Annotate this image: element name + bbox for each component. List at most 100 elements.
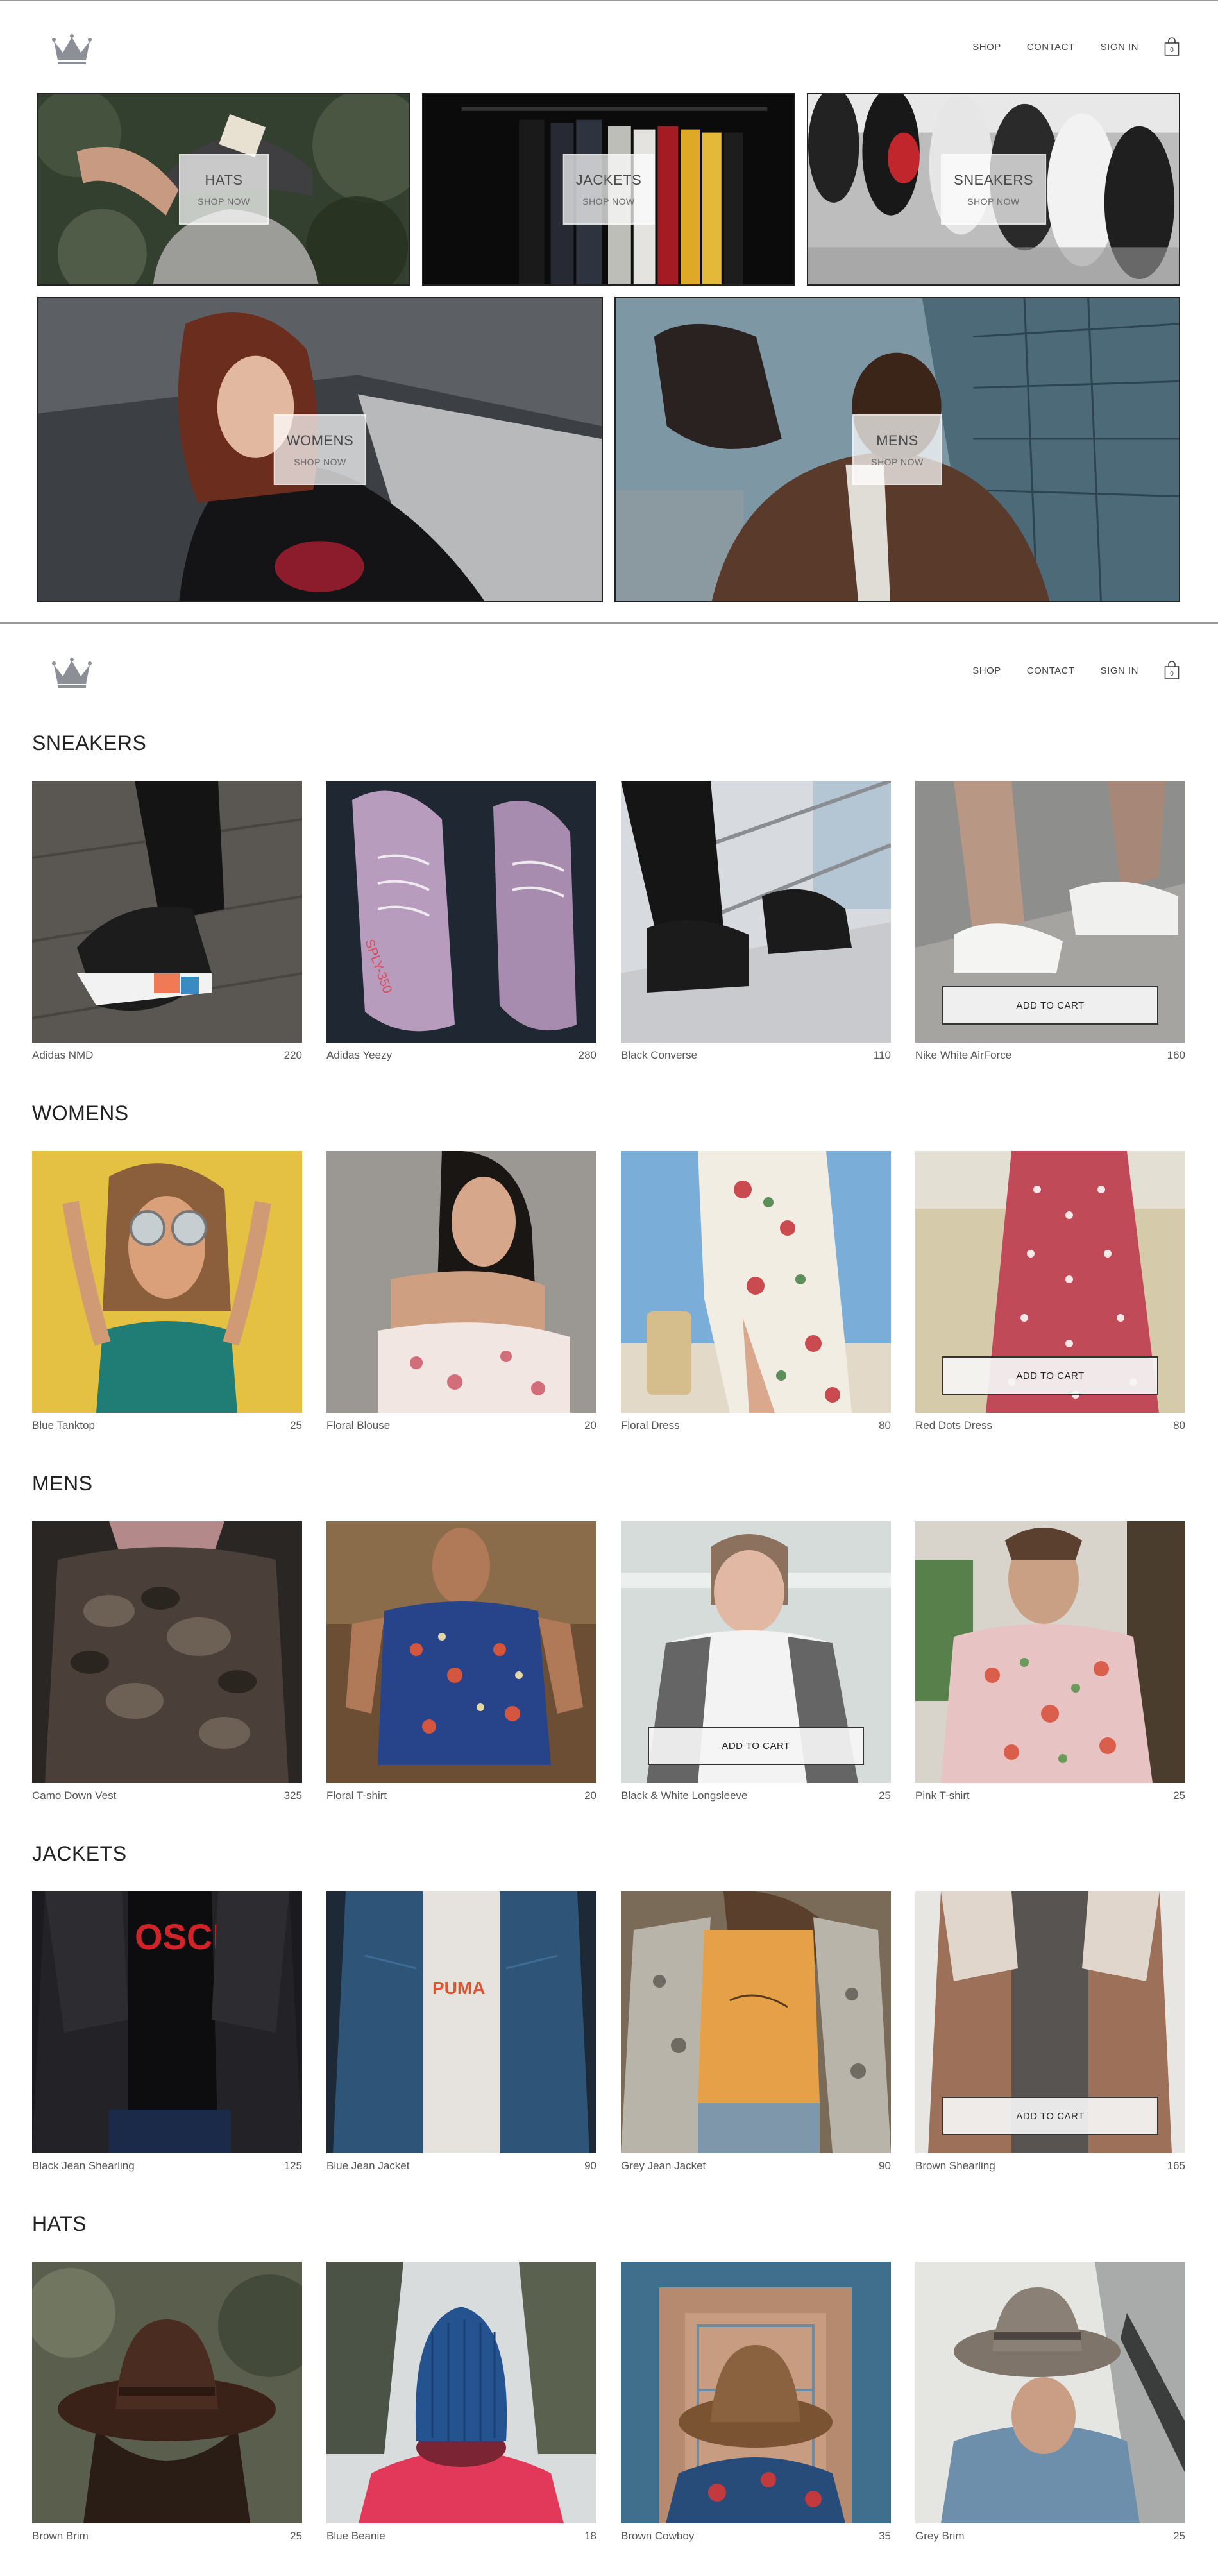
nav-contact[interactable]: CONTACT (1027, 665, 1075, 676)
product-price: 80 (879, 1419, 891, 1431)
product-price: 35 (879, 2530, 891, 2542)
tile-title: MENS (876, 432, 918, 448)
collection-title-jackets[interactable]: JACKETS (32, 1842, 127, 1866)
nav-contact[interactable]: CONTACT (1027, 42, 1075, 53)
directory-tile-hats[interactable]: HATS SHOP NOW (37, 93, 410, 286)
product-image[interactable] (32, 2262, 302, 2523)
nav-sign-in[interactable]: SIGN IN (1101, 665, 1138, 676)
nav-shop[interactable]: SHOP (972, 665, 1001, 676)
product-card: Grey Jean Jacket 90 (621, 1891, 891, 2174)
product-footer: Brown Shearling 165 (915, 2160, 1185, 2172)
product-footer: Blue Jean Jacket 90 (326, 2160, 596, 2172)
product-price: 25 (879, 1789, 891, 1802)
tile-subtitle: SHOP NOW (582, 196, 635, 207)
product-card: OSCH Black Jean Shearling 125 (32, 1891, 302, 2174)
collection-title-mens[interactable]: MENS (32, 1472, 92, 1496)
collection-title-sneakers[interactable]: SNEAKERS (32, 731, 146, 755)
product-price: 220 (283, 1049, 302, 1061)
add-to-cart-button[interactable]: ADD TO CART (942, 2097, 1158, 2135)
product-card: Pink T-shirt 25 (915, 1521, 1185, 1804)
product-image[interactable] (621, 1891, 891, 2153)
product-image[interactable] (32, 1521, 302, 1783)
directory-tile-mens[interactable]: MENS SHOP NOW (614, 297, 1180, 602)
collection-title-womens[interactable]: WOMENS (32, 1102, 129, 1125)
nav-sign-in[interactable]: SIGN IN (1101, 42, 1138, 53)
product-footer: Adidas Yeezy 280 (326, 1049, 596, 1062)
shopping-bag-icon[interactable]: 0 (1164, 661, 1180, 680)
product-card: Camo Down Vest 325 (32, 1521, 302, 1804)
product-image[interactable] (621, 2262, 891, 2523)
product-price: 90 (879, 2160, 891, 2172)
directory-tile-womens[interactable]: WOMENS SHOP NOW (37, 297, 603, 602)
product-card: ADD TO CART Brown Shearling 165 (915, 1891, 1185, 2174)
product-card: Brown Cowboy 35 (621, 2262, 891, 2544)
tile-label-mens[interactable]: MENS SHOP NOW (852, 414, 942, 485)
product-price: 20 (584, 1789, 596, 1802)
product-image[interactable] (915, 1521, 1185, 1783)
product-name: Camo Down Vest (32, 1789, 117, 1802)
product-name: Grey Jean Jacket (621, 2160, 706, 2172)
product-card: ADD TO CART Nike White AirForce 160 (915, 781, 1185, 1063)
product-image[interactable] (326, 1151, 596, 1413)
crown-logo-icon[interactable] (51, 33, 92, 65)
crown-logo-icon[interactable] (51, 657, 92, 689)
tile-title: HATS (205, 172, 243, 188)
product-name: Adidas Yeezy (326, 1049, 393, 1061)
product-name: Adidas NMD (32, 1049, 94, 1061)
product-image[interactable] (621, 781, 891, 1043)
product-name: Nike White AirForce (915, 1049, 1012, 1061)
product-image[interactable]: OSCH (32, 1891, 302, 2153)
product-price: 25 (290, 1419, 302, 1431)
tile-label-sneakers[interactable]: SNEAKERS SHOP NOW (941, 154, 1046, 225)
product-name: Brown Cowboy (621, 2530, 695, 2542)
product-image[interactable]: PUMA (326, 1891, 596, 2153)
directory-tile-sneakers[interactable]: SNEAKERS SHOP NOW (807, 93, 1180, 286)
product-footer: Brown Cowboy 35 (621, 2530, 891, 2543)
directory-tile-jackets[interactable]: JACKETS SHOP NOW (422, 93, 795, 286)
product-name: Floral T-shirt (326, 1789, 387, 1802)
product-card: Adidas NMD 220 (32, 781, 302, 1063)
product-image[interactable] (915, 2262, 1185, 2523)
product-footer: Adidas NMD 220 (32, 1049, 302, 1062)
product-price: 325 (283, 1789, 302, 1802)
product-image[interactable] (32, 781, 302, 1043)
cart-count: 0 (1170, 670, 1174, 678)
product-name: Floral Blouse (326, 1419, 391, 1431)
tile-title: JACKETS (575, 172, 642, 188)
add-to-cart-button[interactable]: ADD TO CART (942, 986, 1158, 1025)
product-image[interactable]: SPLY-350 (326, 781, 596, 1043)
nav-shop[interactable]: SHOP (972, 42, 1001, 53)
product-card: Blue Beanie 18 (326, 2262, 596, 2544)
product-price: 25 (1173, 2530, 1185, 2542)
tile-label-hats[interactable]: HATS SHOP NOW (179, 154, 269, 225)
product-card: ADD TO CART Red Dots Dress 80 (915, 1151, 1185, 1433)
tile-subtitle: SHOP NOW (294, 457, 346, 467)
product-name: Black Jean Shearling (32, 2160, 135, 2172)
tile-title: SNEAKERS (954, 172, 1033, 188)
tile-label-jackets[interactable]: JACKETS SHOP NOW (562, 154, 655, 225)
shopping-bag-icon[interactable]: 0 (1164, 37, 1180, 56)
product-price: 20 (584, 1419, 596, 1431)
collection-title-hats[interactable]: HATS (32, 2212, 87, 2236)
product-footer: Grey Brim 25 (915, 2530, 1185, 2543)
product-image[interactable] (326, 1521, 596, 1783)
main-nav: SHOP CONTACT SIGN IN 0 (972, 37, 1180, 56)
product-image[interactable] (32, 1151, 302, 1413)
product-name: Pink T-shirt (915, 1789, 970, 1802)
product-card: Brown Brim 25 (32, 2262, 302, 2544)
add-to-cart-button[interactable]: ADD TO CART (942, 1356, 1158, 1395)
shop-header: SHOP CONTACT SIGN IN 0 (0, 624, 1218, 694)
product-footer: Floral Blouse 20 (326, 1419, 596, 1432)
site-header: SHOP CONTACT SIGN IN 0 (0, 0, 1218, 71)
tile-label-womens[interactable]: WOMENS SHOP NOW (273, 414, 367, 485)
product-name: Grey Brim (915, 2530, 965, 2542)
tile-title: WOMENS (286, 432, 354, 448)
product-price: 90 (584, 2160, 596, 2172)
product-price: 25 (1173, 1789, 1185, 1802)
product-image[interactable] (621, 1151, 891, 1413)
product-card: Floral T-shirt 20 (326, 1521, 596, 1804)
product-price: 110 (873, 1049, 891, 1061)
product-price: 18 (584, 2530, 596, 2542)
add-to-cart-button[interactable]: ADD TO CART (648, 1727, 864, 1765)
product-image[interactable] (326, 2262, 596, 2523)
